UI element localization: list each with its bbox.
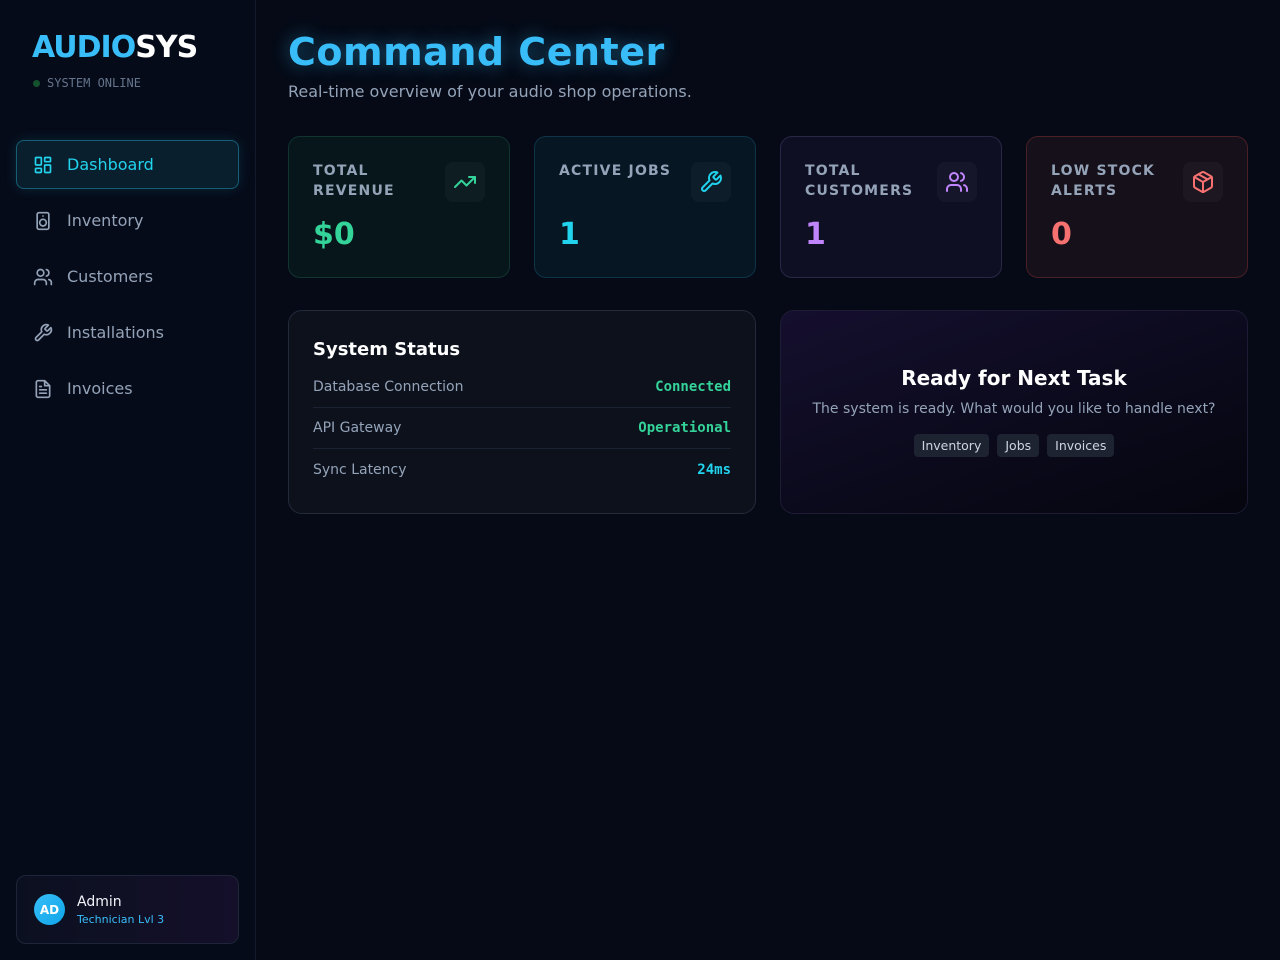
stat-value: 1 — [559, 217, 580, 252]
brand-part-audio: AUDIO — [32, 30, 136, 65]
user-profile-card[interactable]: AD Admin Technician Lvl 3 — [16, 875, 239, 944]
status-row-value: Connected — [655, 379, 731, 395]
stat-card-low-stock-alerts[interactable]: Low Stock Alerts 0 — [1026, 136, 1248, 278]
sidebar-nav: Dashboard Inventory Customers Installati… — [16, 140, 239, 420]
sidebar-item-label: Dashboard — [67, 155, 154, 174]
sidebar-item-inventory[interactable]: Inventory — [16, 196, 239, 245]
status-dot-icon — [33, 79, 40, 87]
status-row-value: Operational — [638, 420, 731, 436]
status-row-api-gateway: API Gateway Operational — [313, 408, 731, 449]
status-row-database: Database Connection Connected — [313, 367, 731, 408]
sidebar: AUDIOSYS SYSTEM ONLINE Dashboard Invento… — [0, 0, 256, 960]
sidebar-item-customers[interactable]: Customers — [16, 252, 239, 301]
status-row-value: 24ms — [697, 461, 731, 478]
user-name: Admin — [77, 893, 122, 910]
trending-up-icon — [445, 162, 485, 202]
brand-logo[interactable]: AUDIOSYS — [32, 30, 198, 65]
user-role: Technician Lvl 3 — [77, 912, 165, 926]
stat-card-active-jobs[interactable]: Active Jobs 1 — [534, 136, 756, 278]
system-status-panel: System Status Database Connection Connec… — [288, 310, 756, 514]
sidebar-item-label: Inventory — [67, 211, 144, 230]
users-icon — [937, 162, 977, 202]
stat-value: $0 — [313, 217, 355, 252]
user-info: Admin Technician Lvl 3 — [77, 894, 164, 926]
sidebar-item-label: Installations — [67, 323, 164, 342]
wrench-icon — [691, 162, 731, 202]
system-status-indicator: SYSTEM ONLINE — [33, 76, 141, 90]
stat-label: Total Customers — [805, 163, 914, 199]
box-icon — [1183, 162, 1223, 202]
chip-invoices[interactable]: Invoices — [1047, 434, 1115, 457]
sidebar-item-label: Invoices — [67, 379, 133, 398]
stat-label: Total Revenue — [313, 163, 395, 199]
stat-card-total-customers[interactable]: Total Customers 1 — [780, 136, 1002, 278]
stat-label: Low Stock Alerts — [1051, 163, 1156, 199]
status-row-label: Database Connection — [313, 379, 464, 395]
stat-value: 1 — [805, 217, 826, 252]
ready-panel: Ready for Next Task The system is ready.… — [780, 310, 1248, 514]
dashboard-icon — [33, 155, 53, 175]
system-status-text: SYSTEM ONLINE — [47, 76, 141, 90]
chip-jobs[interactable]: Jobs — [997, 434, 1040, 457]
quick-action-chips: Inventory Jobs Invoices — [781, 434, 1247, 457]
status-row-sync-latency: Sync Latency 24ms — [313, 449, 731, 490]
users-icon — [33, 267, 53, 287]
status-row-label: API Gateway — [313, 420, 402, 436]
ready-title: Ready for Next Task — [901, 366, 1127, 390]
avatar: AD — [34, 894, 65, 925]
system-status-title: System Status — [313, 339, 461, 360]
stat-value: 0 — [1051, 217, 1072, 252]
stat-label: Active Jobs — [559, 163, 672, 179]
page-title: Command Center — [288, 30, 665, 74]
wrench-icon — [33, 323, 53, 343]
ready-subtitle: The system is ready. What would you like… — [812, 401, 1216, 417]
chip-inventory[interactable]: Inventory — [913, 434, 990, 457]
stat-card-total-revenue[interactable]: Total Revenue $0 — [288, 136, 510, 278]
document-icon — [33, 379, 53, 399]
sidebar-item-label: Customers — [67, 267, 154, 286]
brand-part-sys: SYS — [135, 30, 198, 65]
status-row-label: Sync Latency — [313, 461, 407, 478]
page-subtitle: Real-time overview of your audio shop op… — [288, 82, 692, 101]
sidebar-item-dashboard[interactable]: Dashboard — [16, 140, 239, 189]
sidebar-item-installations[interactable]: Installations — [16, 308, 239, 357]
sidebar-item-invoices[interactable]: Invoices — [16, 364, 239, 413]
speaker-icon — [33, 211, 53, 231]
